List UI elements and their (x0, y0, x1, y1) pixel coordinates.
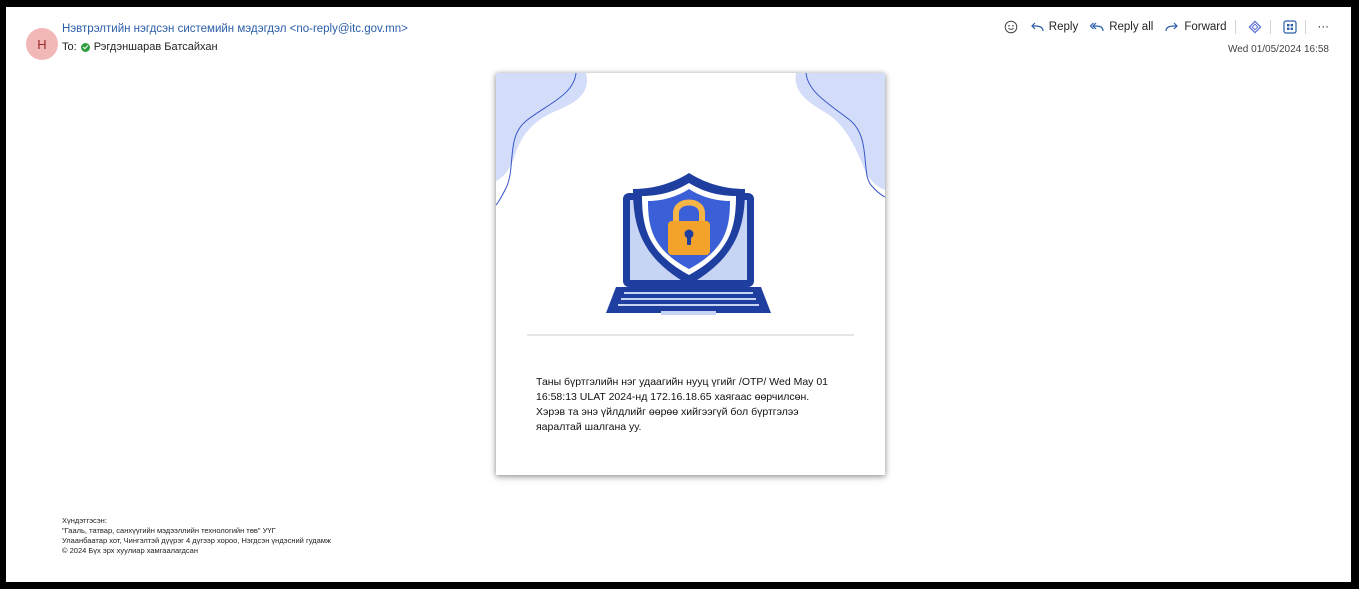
to-label: To: (62, 41, 77, 53)
smiley-icon (1004, 20, 1018, 34)
message-line: Таны бүртгэлийн нэг удаагийн нууц үгийг … (536, 376, 829, 388)
footer-line: Улаанбаатар хот, Чингэлтэй дүүрэг 4 дүгэ… (62, 536, 331, 545)
laptop-trackpad (661, 311, 716, 315)
message-line: яаралтай шалгана уу. (536, 421, 642, 433)
more-actions-button[interactable]: ··· (1318, 21, 1330, 33)
sender-name[interactable]: Нэвтрэлтийн нэгдсэн системийн мэдэгдэл <… (62, 23, 408, 35)
apps-button[interactable] (1282, 20, 1297, 34)
recipient-name[interactable]: Рэгдэншарав Батсайхан (94, 41, 218, 53)
corner-blob-right (795, 73, 885, 190)
toolbar-divider (1234, 20, 1236, 34)
emoji-reaction-button[interactable] (1004, 20, 1018, 34)
reply-button[interactable]: Reply (1030, 21, 1078, 33)
reply-label: Reply (1048, 21, 1079, 33)
content-divider (527, 334, 854, 336)
reply-all-button[interactable]: Reply all (1090, 21, 1153, 33)
footer-line: © 2024 Бүх эрх хуулиар хамгаалагдсан (62, 546, 198, 555)
email-reading-pane: Н Нэвтрэлтийн нэгдсэн системийн мэдэгдэл… (6, 7, 1351, 582)
forward-label: Forward (1184, 21, 1227, 33)
received-date: Wed 01/05/2024 16:58 (1227, 44, 1329, 55)
presence-available-icon (80, 42, 90, 52)
loop-icon (1247, 20, 1262, 34)
message-line: 16:58:13 ULAT 2024-нд 172.16.18.65 хаяга… (536, 391, 810, 403)
footer-line: "Гааль, татвар, санхүүгийн мэдээллийн те… (62, 526, 276, 535)
otp-notification-text: Таны бүртгэлийн нэг удаагийн нууц үгийг … (536, 375, 856, 435)
recipient-line: To: Рэгдэншарав Батсайхан (62, 41, 218, 53)
footer-line: Хүндэтгэсэн: (62, 516, 107, 525)
reply-icon (1030, 22, 1044, 32)
reply-all-label: Reply all (1109, 21, 1154, 33)
security-illustration (496, 73, 885, 315)
forward-button[interactable]: Forward (1165, 21, 1227, 33)
message-actions-toolbar: Reply Reply all Forward ··· (1004, 20, 1329, 34)
corner-blob-left (496, 73, 587, 181)
message-line: Хэрэв та энэ үйлдлийг өөрөө хийгээгүй бо… (536, 406, 799, 418)
email-signature-footer: Хүндэтгэсэн: "Гааль, татвар, санхүүгийн … (62, 516, 331, 556)
reply-all-icon (1090, 22, 1104, 32)
forward-icon (1165, 22, 1179, 32)
avatar[interactable]: Н (26, 28, 58, 60)
toolbar-divider (1269, 20, 1271, 34)
loop-component-button[interactable] (1247, 20, 1262, 34)
email-body-card: Таны бүртгэлийн нэг удаагийн нууц үгийг … (496, 73, 885, 475)
apps-grid-icon (1282, 20, 1297, 34)
toolbar-divider (1304, 20, 1306, 34)
